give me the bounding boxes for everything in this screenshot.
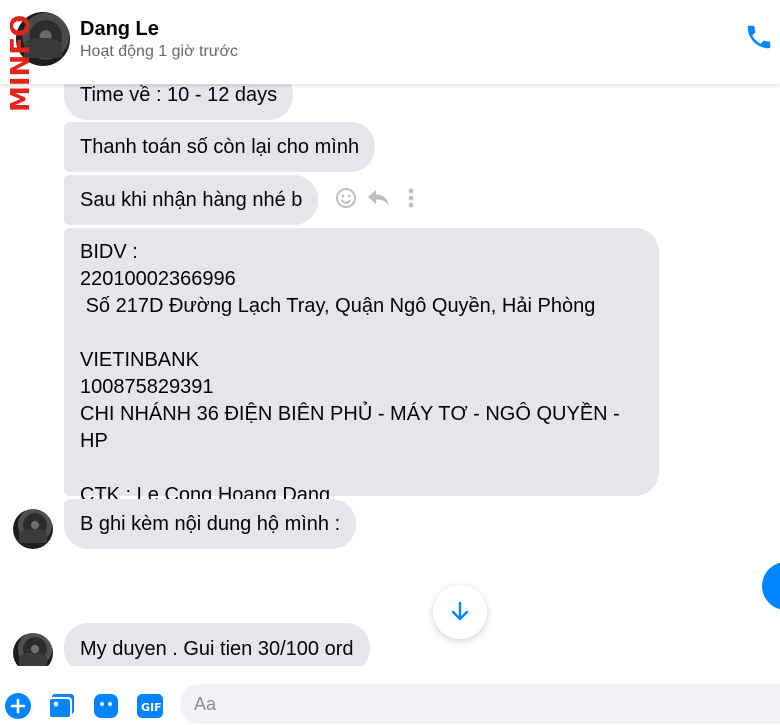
call-button[interactable] — [744, 22, 780, 58]
chat-head-bubble[interactable] — [762, 562, 780, 610]
plus-icon[interactable] — [4, 692, 32, 725]
message-bubble[interactable]: B ghi kèm nội dung hộ mình : — [64, 499, 357, 549]
message-bubble[interactable]: Thanh toán số còn lại cho mình — [64, 122, 376, 172]
message-bubble[interactable]: Sau khi nhận hàng nhé b — [64, 175, 319, 225]
minfo-watermark: MINFO — [6, 15, 34, 112]
phone-icon — [744, 25, 774, 56]
sticker-icon[interactable] — [92, 692, 120, 725]
contact-name[interactable]: Dang Le — [80, 18, 159, 41]
message-input[interactable] — [180, 684, 780, 724]
bank-details-message[interactable]: BIDV : 22010002366996 Số 217D Đường Lạch… — [64, 228, 659, 506]
image-icon[interactable] — [48, 692, 76, 725]
message-actions — [334, 186, 424, 212]
conversation-header: Dang Le Hoạt động 1 giờ trước — [0, 0, 780, 84]
sender-avatar[interactable] — [13, 509, 53, 549]
gif-icon[interactable]: GIF — [136, 692, 164, 725]
watermark-text: MINFO — [6, 15, 34, 112]
reply-icon[interactable] — [366, 186, 392, 215]
more-vertical-icon[interactable] — [404, 186, 418, 215]
scroll-to-bottom-button[interactable] — [433, 585, 487, 639]
smiley-icon[interactable] — [334, 186, 358, 215]
contact-status: Hoạt động 1 giờ trước — [80, 43, 238, 60]
